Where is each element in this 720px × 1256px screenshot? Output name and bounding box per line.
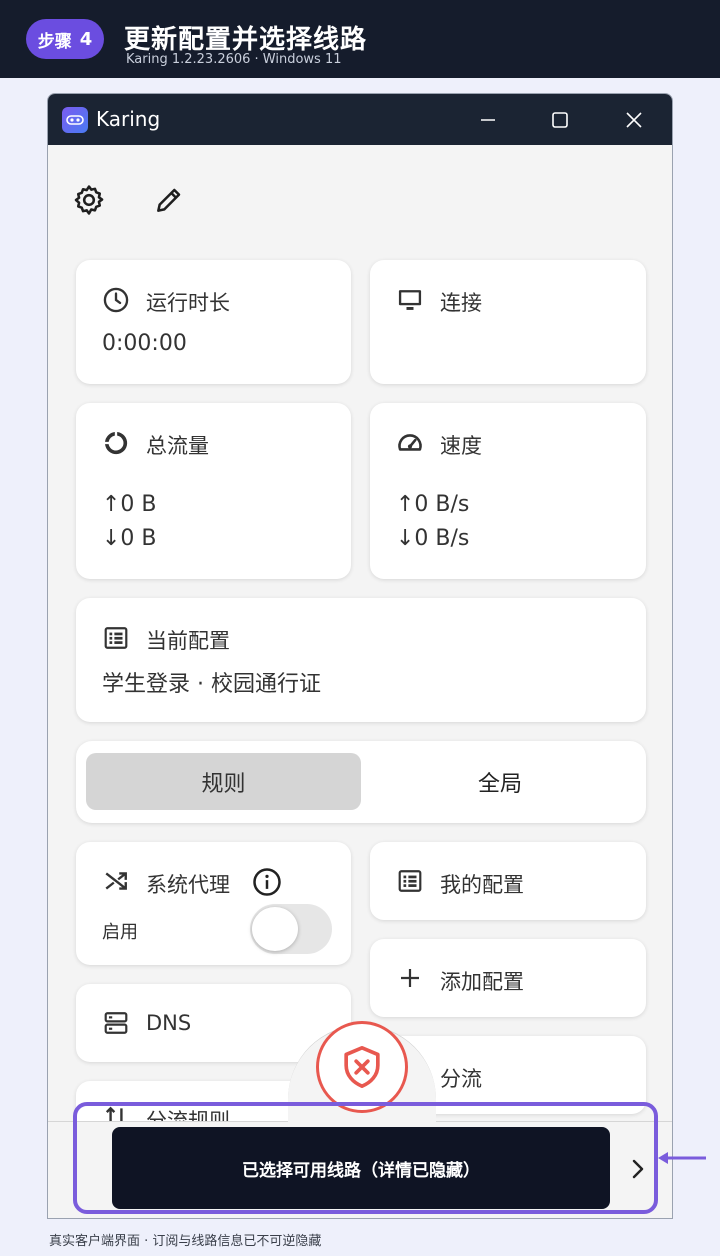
connections-card[interactable]: 连接 <box>370 260 646 384</box>
maximize-button[interactable] <box>542 104 578 136</box>
system-proxy-card: 系统代理 启用 <box>76 842 351 965</box>
list-icon <box>102 624 130 652</box>
window-titlebar: Karing <box>48 94 672 145</box>
system-proxy-enable-label: 启用 <box>102 922 138 943</box>
shuffle-icon <box>102 867 130 895</box>
current-profile-value: 学生登录 · 校园通行证 <box>102 672 321 697</box>
clock-icon <box>102 286 130 314</box>
vpn-toggle-button[interactable] <box>316 1021 408 1113</box>
list-icon <box>396 867 424 895</box>
shield-x-icon <box>344 1046 380 1088</box>
donut-chart-icon <box>102 429 130 457</box>
page-subtitle: Karing 1.2.23.2606 · Windows 11 <box>126 52 342 67</box>
mode-rule-tab[interactable]: 规则 <box>86 753 361 810</box>
connections-label: 连接 <box>440 291 482 315</box>
close-button[interactable] <box>616 104 652 136</box>
plus-icon <box>396 964 424 992</box>
current-profile-label: 当前配置 <box>146 629 230 653</box>
traffic-label: 总流量 <box>146 434 209 458</box>
tutorial-header: 步骤 4 更新配置并选择线路 Karing 1.2.23.2606 · Wind… <box>0 0 720 78</box>
pointer-arrow-icon <box>656 1150 708 1166</box>
my-profiles-card[interactable]: 我的配置 <box>370 842 646 920</box>
step-number: 4 <box>79 28 93 50</box>
info-icon[interactable] <box>252 867 282 897</box>
add-profile-card[interactable]: 添加配置 <box>370 939 646 1017</box>
traffic-download: ↓0 B <box>102 526 157 551</box>
speedometer-icon <box>396 429 424 457</box>
page-title: 更新配置并选择线路 <box>124 25 368 55</box>
speed-upload: ↑0 B/s <box>396 492 470 517</box>
runtime-card: 运行时长 0:00:00 <box>76 260 351 384</box>
traffic-upload: ↑0 B <box>102 492 157 517</box>
server-icon <box>102 1009 130 1037</box>
edit-pencil-icon[interactable] <box>149 180 189 220</box>
step-badge: 步骤 4 <box>26 19 104 59</box>
my-profiles-label: 我的配置 <box>440 873 524 897</box>
runtime-value: 0:00:00 <box>102 331 187 356</box>
routing-label: 分流 <box>440 1067 482 1091</box>
speed-download: ↓0 B/s <box>396 526 470 551</box>
karing-logo-icon <box>62 107 88 133</box>
mode-global-tab[interactable]: 全局 <box>364 753 636 810</box>
highlight-box <box>73 1102 658 1214</box>
traffic-card: 总流量 ↑0 B ↓0 B <box>76 403 351 579</box>
speed-label: 速度 <box>440 434 482 458</box>
app-window: Karing 运行时长 0:00:00 连接 总流量 ↑0 B ↓0 B 速度 … <box>47 93 673 1219</box>
monitor-icon <box>396 286 424 314</box>
speed-card: 速度 ↑0 B/s ↓0 B/s <box>370 403 646 579</box>
dns-label: DNS <box>146 1011 192 1035</box>
toggle-knob <box>252 907 298 951</box>
minimize-button[interactable] <box>470 104 506 136</box>
mode-switch: 规则 全局 <box>76 741 646 823</box>
footer-note: 真实客户端界面 · 订阅与线路信息已不可逆隐藏 <box>49 1234 322 1249</box>
window-title: Karing <box>96 107 161 131</box>
settings-gear-icon[interactable] <box>69 180 109 220</box>
runtime-label: 运行时长 <box>146 291 230 315</box>
current-profile-card[interactable]: 当前配置 学生登录 · 校园通行证 <box>76 598 646 722</box>
system-proxy-label: 系统代理 <box>146 873 230 897</box>
step-label: 步骤 <box>37 31 72 52</box>
system-proxy-toggle[interactable] <box>250 904 332 954</box>
add-profile-label: 添加配置 <box>440 970 524 994</box>
